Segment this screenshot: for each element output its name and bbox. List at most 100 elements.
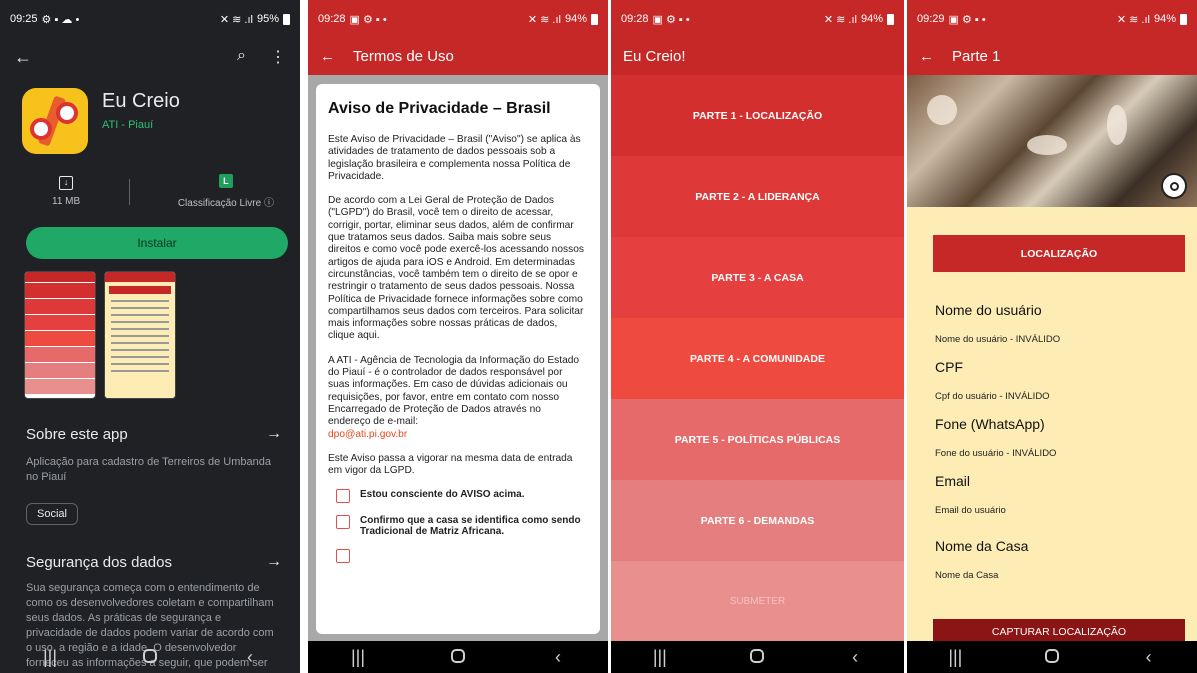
checkbox-icon[interactable]: [336, 489, 350, 504]
battery-level: 94%: [564, 13, 587, 25]
app-name: Eu Creio: [102, 90, 180, 112]
privacy-notice-card: Aviso de Privacidade – Brasil Este Aviso…: [316, 84, 600, 634]
notification-icons: ⚙ ▪ ☁ •: [41, 13, 80, 26]
category-chip[interactable]: Social: [26, 503, 78, 525]
status-bar: 09:28 ▣ ⚙ ▪ • ✕ ≋ .ıl 94%: [308, 0, 608, 38]
battery-level: 95%: [256, 13, 279, 25]
arrow-right-icon: →: [266, 553, 282, 570]
notice-heading: Aviso de Privacidade – Brasil: [328, 100, 551, 117]
part1-form-panel: 09:29 ▣ ⚙ ▪ • ✕ ≋ .ıl 94% ← Parte 1 LOCALI…: [907, 0, 1197, 673]
signal-icons: ✕ ≋ .ıl: [1116, 13, 1150, 26]
system-nav-bar: ||| ‹: [907, 641, 1197, 673]
signal-icons: ✕ ≋ .ıl: [527, 13, 561, 26]
screenshots-carousel[interactable]: [0, 259, 300, 399]
checkbox-partial[interactable]: [336, 549, 586, 564]
checkbox-label: Estou consciente do AVISO acima.: [360, 489, 525, 501]
recent-apps-icon[interactable]: |||: [30, 647, 70, 668]
field-label: Nome do usuário: [935, 302, 1042, 318]
content-rating[interactable]: L Classificação Livre ⓘ: [178, 174, 274, 209]
form-fields: Nome do usuário Nome do usuário - INVÁLID…: [907, 302, 1197, 581]
location-pin-icon[interactable]: [1161, 173, 1187, 199]
signal-icons: ✕ ≋ .ıl: [823, 13, 857, 26]
status-time: 09:28: [621, 13, 649, 25]
app-developer-link[interactable]: ATI - Piauí: [102, 119, 180, 131]
parts-list: PARTE 1 - LOCALIZAÇÃO PARTE 2 - A LIDERAN…: [611, 75, 904, 561]
data-safety-title: Segurança dos dados: [26, 553, 172, 571]
field-input[interactable]: Cpf do usuário - INVÁLIDO: [907, 391, 1197, 402]
awareness-checkbox[interactable]: Estou consciente do AVISO acima.: [336, 489, 586, 504]
page-title: Eu Creio!: [623, 48, 686, 65]
field-label: Fone (WhatsApp): [935, 416, 1045, 432]
search-icon[interactable]: ⌕: [237, 47, 246, 67]
content-rating-label: Classificação Livre ⓘ: [177, 198, 274, 209]
checkbox-label: Confirmo que a casa se identifica como s…: [360, 515, 581, 538]
system-nav-bar: ||| ‹: [611, 641, 904, 673]
field-input[interactable]: Email do usuário: [907, 505, 1197, 516]
more-options-icon[interactable]: ⋮: [270, 47, 286, 67]
part-button[interactable]: PARTE 3 - A CASA: [611, 237, 904, 318]
status-time: 09:28: [318, 13, 346, 25]
screenshot-thumbnail[interactable]: [24, 271, 96, 399]
status-bar: 09:29 ▣ ⚙ ▪ • ✕ ≋ .ıl 94%: [907, 0, 1197, 38]
install-button[interactable]: Instalar: [26, 227, 288, 259]
location-button[interactable]: LOCALIZAÇÃO: [933, 235, 1185, 272]
field-input[interactable]: Nome do usuário - INVÁLIDO: [907, 334, 1197, 345]
app-bar: ← Parte 1: [907, 38, 1197, 75]
status-time: 09:25: [10, 13, 38, 25]
submit-button[interactable]: SUBMETER: [611, 561, 904, 642]
battery-icon: [1180, 13, 1187, 25]
back-icon[interactable]: ‹: [538, 647, 578, 668]
part-button[interactable]: PARTE 6 - DEMANDAS: [611, 480, 904, 561]
about-section-header[interactable]: Sobre este app →: [0, 425, 300, 443]
field-label: CPF: [935, 359, 963, 375]
part-button[interactable]: PARTE 4 - A COMUNIDADE: [611, 318, 904, 399]
back-arrow-icon[interactable]: ←: [320, 48, 335, 65]
back-icon[interactable]: ‹: [1129, 647, 1169, 668]
notice-paragraph-text: A ATI - Agência de Tecnologia da Informa…: [328, 354, 580, 428]
home-icon[interactable]: [130, 647, 170, 668]
page-title: Parte 1: [952, 48, 1001, 65]
app-meta: ↓ 11 MB L Classificação Livre ⓘ: [0, 154, 300, 209]
notification-icons: ▣ ⚙ ▪ •: [349, 13, 387, 26]
part-button[interactable]: PARTE 1 - LOCALIZAÇÃO: [611, 75, 904, 156]
field-input[interactable]: Nome da Casa: [907, 570, 1197, 581]
home-icon[interactable]: [438, 647, 478, 668]
home-icon[interactable]: [1032, 647, 1072, 668]
header-photo: [907, 75, 1197, 207]
notification-icons: ▣ ⚙ ▪ •: [652, 13, 690, 26]
checkbox-icon[interactable]: [336, 549, 350, 564]
app-size: ↓ 11 MB: [52, 176, 80, 207]
app-bar: Eu Creio!: [611, 38, 904, 75]
field-label: Email: [935, 473, 971, 489]
terms-panel: 09:28 ▣ ⚙ ▪ • ✕ ≋ .ıl 94% ← Termos de Uso …: [308, 0, 608, 673]
field-input[interactable]: Fone do usuário - INVÁLIDO: [907, 448, 1197, 459]
recent-apps-icon[interactable]: |||: [338, 647, 378, 668]
rating-badge-icon: L: [218, 174, 233, 188]
app-header: Eu Creio ATI - Piauí: [0, 76, 300, 154]
app-bar: ← Termos de Uso: [308, 38, 608, 75]
back-arrow-icon[interactable]: ←: [14, 47, 32, 68]
field-label: Nome da Casa: [935, 538, 1029, 554]
recent-apps-icon[interactable]: |||: [640, 647, 680, 668]
part-button[interactable]: PARTE 2 - A LIDERANÇA: [611, 156, 904, 237]
back-icon[interactable]: ‹: [835, 647, 875, 668]
about-description: Aplicação para cadastro de Terreiros de …: [26, 456, 271, 483]
status-time: 09:29: [917, 13, 945, 25]
battery-icon: [283, 13, 290, 25]
about-title: Sobre este app: [26, 425, 128, 443]
parts-menu-panel: 09:28 ▣ ⚙ ▪ • ✕ ≋ .ıl 94% Eu Creio! PARTE …: [611, 0, 904, 673]
home-icon[interactable]: [737, 647, 777, 668]
tradition-checkbox[interactable]: Confirmo que a casa se identifica como s…: [336, 515, 586, 537]
data-safety-header[interactable]: Segurança dos dados →: [0, 553, 300, 571]
part-button[interactable]: PARTE 5 - POLÍTICAS PÚBLICAS: [611, 399, 904, 480]
dpo-email-link[interactable]: dpo@ati.pi.gov.br: [328, 429, 407, 440]
screenshot-thumbnail[interactable]: [104, 271, 176, 399]
checkbox-icon[interactable]: [336, 515, 350, 530]
battery-icon: [591, 13, 598, 25]
notice-paragraph: De acordo com a Lei Geral de Proteção de…: [328, 195, 584, 342]
back-icon[interactable]: ‹: [230, 647, 270, 668]
notice-paragraph: Este Aviso passa a vigorar na mesma data…: [328, 452, 573, 477]
back-arrow-icon[interactable]: ←: [919, 48, 934, 65]
page-title: Termos de Uso: [353, 48, 454, 65]
recent-apps-icon[interactable]: |||: [935, 647, 975, 668]
